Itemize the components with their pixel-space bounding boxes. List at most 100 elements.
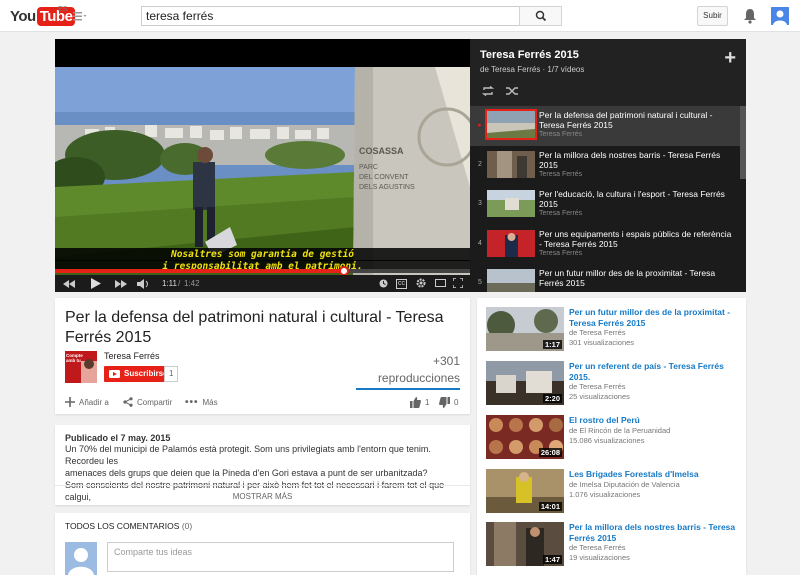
playlist-item[interactable]: 2 Per la millora dels nostres barris - T… — [470, 146, 746, 186]
related-thumbnail[interactable]: 26:08 — [486, 415, 564, 459]
related-thumbnail[interactable]: 14:01 — [486, 469, 564, 513]
like-button[interactable]: 1 — [410, 397, 429, 408]
play-icon[interactable] — [91, 278, 101, 289]
related-video[interactable]: 1:47 Per la millora dels nostres barris … — [486, 522, 746, 570]
playlist-scrollbar[interactable] — [740, 106, 746, 179]
account-avatar[interactable] — [771, 7, 789, 25]
search-input[interactable]: teresa ferrés — [141, 6, 520, 26]
playlist-item-title: Per la millora dels nostres barris - Ter… — [539, 149, 721, 170]
video-player[interactable]: COSASSA PARC DEL CONVENT DELS AGUSTINS N… — [55, 39, 470, 292]
comments-count: (0) — [181, 521, 193, 531]
logo-you-text: You — [10, 8, 36, 25]
related-channel: de El Rincón de la Peruanidad — [569, 425, 671, 435]
show-more-button[interactable]: MOSTRAR MÁS — [55, 492, 470, 501]
next-icon[interactable] — [115, 280, 127, 288]
playlist-item-index: 4 — [478, 239, 482, 247]
playlist-item-title: Per l'educació, la cultura i l'esport - … — [539, 189, 725, 209]
description-card: Publicado el 7 may. 2015 Un 70% del muni… — [55, 425, 470, 505]
related-channel: de Teresa Ferrés — [569, 543, 626, 552]
video-frame[interactable]: COSASSA PARC DEL CONVENT DELS AGUSTINS N… — [55, 67, 470, 283]
time-current: 1:11 — [162, 279, 177, 288]
playlist-item[interactable]: 5 Per un futur millor des de la proximit… — [470, 264, 746, 292]
loop-icon[interactable] — [482, 86, 494, 96]
related-title[interactable]: Per un futur millor des de la proximitat… — [569, 307, 744, 328]
related-channel: de Teresa Ferrés — [569, 382, 626, 391]
related-title[interactable]: Per un referent de país - Teresa Ferrés … — [569, 361, 744, 382]
related-video[interactable]: 1:17 Per un futur millor des de la proxi… — [486, 307, 746, 355]
theater-mode-icon[interactable] — [435, 279, 446, 287]
view-count: +301 — [432, 354, 460, 368]
playlist-item-channel: Teresa Ferrés — [539, 131, 583, 138]
related-title[interactable]: El rostro del Perú — [569, 415, 744, 426]
playlist-items: ▸ Per la defensa del patrimoni natural i… — [470, 106, 746, 292]
related-title[interactable]: Les Brigades Forestals d'Imelsa — [569, 469, 744, 480]
watch-later-icon[interactable] — [379, 279, 388, 288]
volume-icon[interactable] — [137, 279, 150, 289]
related-video[interactable]: 26:08 El rostro del Perú de El Rincón de… — [486, 415, 746, 463]
shuffle-icon[interactable] — [506, 86, 518, 96]
monument-sign-line4: DELS AGUSTINS — [359, 184, 415, 191]
related-views: 1.076 visualizaciones — [569, 489, 641, 499]
related-channel: de Imelsa Diputación de Valencia — [569, 479, 680, 489]
playlist-item[interactable]: ▸ Per la defensa del patrimoni natural i… — [470, 106, 746, 146]
duration-badge: 1:47 — [542, 555, 562, 564]
related-thumbnail[interactable]: 2:20 — [486, 361, 564, 405]
playlist-item-channel: Teresa Ferrés — [539, 210, 583, 217]
add-to-button[interactable]: Añadir a — [65, 397, 109, 407]
more-button[interactable]: ••• Más — [185, 397, 218, 408]
dislike-button[interactable]: 0 — [439, 397, 458, 408]
more-dots-icon: ••• — [185, 397, 199, 408]
player-controls: 1:11 / 1:42 cc — [55, 275, 470, 292]
subtitles-cc-icon[interactable]: cc — [396, 279, 407, 289]
related-title[interactable]: Per la millora dels nostres barris - Ter… — [569, 522, 744, 543]
channel-thumbnail[interactable]: Compte amb tu — [65, 351, 97, 383]
share-button[interactable]: Compartir — [123, 397, 172, 407]
monument-sign-line1: COSASSA — [359, 146, 404, 156]
share-label: Compartir — [137, 397, 173, 407]
progress-bar[interactable] — [55, 266, 470, 276]
monument-sign-line2: PARC — [359, 164, 378, 171]
more-label: Más — [202, 398, 218, 407]
playlist-item-title: Per un futur millor des de la proximitat… — [539, 268, 716, 288]
settings-gear-icon[interactable] — [416, 278, 426, 288]
playlist-item-thumbnail[interactable] — [487, 269, 535, 292]
search-button[interactable] — [519, 6, 562, 26]
playlist-item-thumbnail[interactable] — [487, 190, 535, 217]
playlist-title[interactable]: Teresa Ferrés 2015 — [480, 49, 736, 61]
fullscreen-icon[interactable] — [453, 278, 463, 288]
subscriber-count: 1 — [164, 366, 179, 382]
related-video[interactable]: 14:01 Les Brigades Forestals d'Imelsa de… — [486, 469, 746, 517]
duration-badge: 2:20 — [542, 394, 562, 403]
playlist-item-channel: Teresa Ferrés — [539, 170, 583, 178]
guide-menu-icon[interactable] — [73, 11, 87, 21]
playlist-subtitle[interactable]: de Teresa Ferrés · 1/7 vídeos — [480, 65, 736, 74]
playlist-item[interactable]: 4 Per uns equipaments i espais públics d… — [470, 225, 746, 265]
related-channel: de Teresa Ferrés — [569, 328, 626, 337]
previous-icon[interactable] — [63, 280, 75, 288]
playlist-item[interactable]: 3 Per l'educació, la cultura i l'esport … — [470, 185, 746, 225]
playlist-item-channel: Teresa Ferrés — [539, 249, 583, 257]
upload-button[interactable]: Subir — [697, 6, 728, 26]
playlist-item-index: ▸ — [478, 122, 482, 129]
add-to-label: Añadir a — [79, 397, 109, 407]
playlist-item-thumbnail[interactable] — [487, 150, 535, 178]
channel-name-link[interactable]: Teresa Ferrés — [104, 351, 160, 361]
related-thumbnail[interactable]: 1:17 — [486, 307, 564, 351]
duration-badge: 1:17 — [542, 340, 562, 349]
masthead: You Tube ES teresa ferrés Subir — [0, 0, 800, 32]
thumbs-up-icon — [410, 397, 421, 408]
playlist-item-index: 3 — [478, 200, 482, 207]
playlist-item-thumbnail[interactable] — [485, 109, 537, 140]
dislike-count: 0 — [454, 398, 459, 407]
video-title: Per la defensa del patrimoni natural i c… — [65, 309, 444, 346]
description-line: Un 70% del municipi de Palamós està prot… — [65, 444, 431, 466]
related-views: 301 visualizaciones — [569, 338, 635, 347]
related-views: 15.086 visualizaciones — [569, 435, 645, 445]
add-playlist-plus-icon[interactable]: + — [724, 47, 736, 70]
comment-input[interactable]: Comparte tus ideas — [107, 542, 454, 572]
notifications-bell-icon[interactable] — [743, 8, 757, 24]
playlist-item-index: 5 — [478, 279, 482, 286]
related-video[interactable]: 2:20 Per un referent de país - Teresa Fe… — [486, 361, 746, 409]
playlist-item-thumbnail[interactable] — [487, 229, 535, 257]
related-thumbnail[interactable]: 1:47 — [486, 522, 564, 566]
